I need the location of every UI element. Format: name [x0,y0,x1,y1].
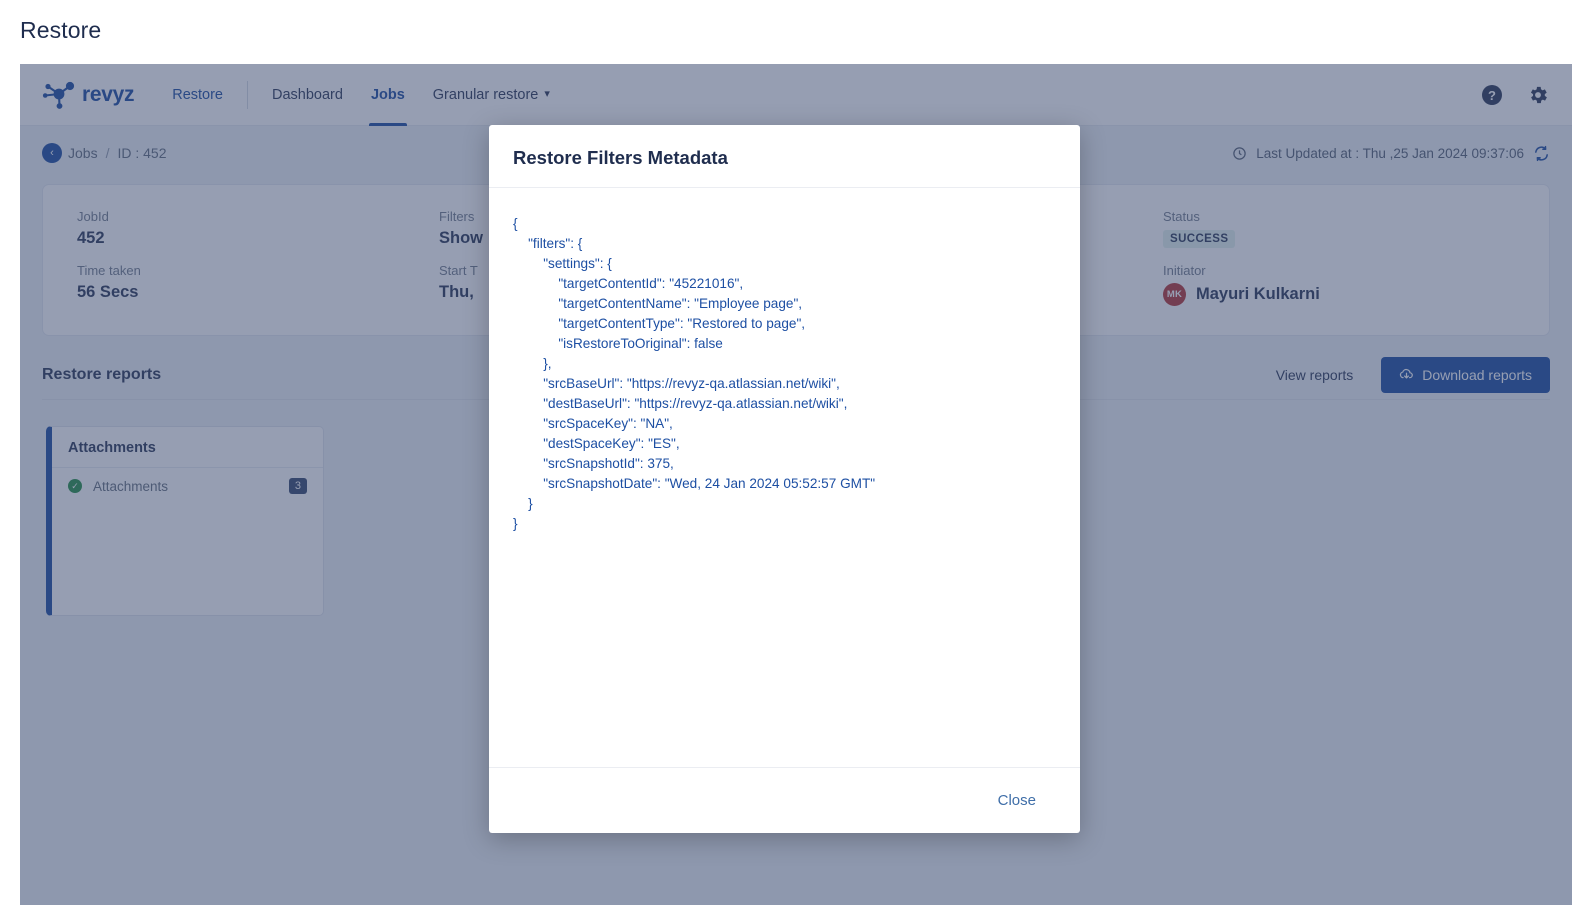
filters-metadata-json: { "filters": { "settings": { "targetCont… [513,216,876,531]
dialog-body: { "filters": { "settings": { "targetCont… [489,188,1080,767]
page-title: Restore [20,17,102,43]
app-root: Restore revyz Restore D [0,0,1592,905]
close-button[interactable]: Close [984,784,1050,817]
dialog-footer: Close [489,767,1080,833]
restore-filters-metadata-dialog: Restore Filters Metadata { "filters": { … [489,125,1080,833]
dialog-header: Restore Filters Metadata [489,125,1080,188]
dialog-title: Restore Filters Metadata [513,147,728,168]
